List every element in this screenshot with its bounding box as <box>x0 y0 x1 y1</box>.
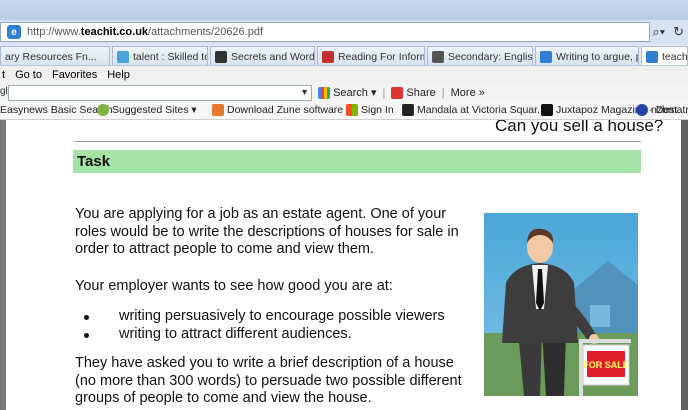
ie-page-icon: e <box>7 25 21 39</box>
viewer-left-border <box>0 120 6 410</box>
fav-suggested-sites[interactable]: Suggested Sites ▾ <box>97 104 197 116</box>
assignment-paragraph: They have asked you to write a brief des… <box>75 355 462 406</box>
suggested-sites-icon <box>97 104 109 116</box>
address-bar: e http://www.teachit.co.uk/attachments/2… <box>0 20 688 44</box>
list-item: writing persuasively to encourage possib… <box>84 308 445 326</box>
site-icon <box>215 50 227 63</box>
tab-writing-argue[interactable]: Writing to argue, pers... <box>535 46 639 65</box>
tab-talent[interactable]: talent : Skilled to go -... <box>112 46 208 65</box>
intro-paragraph: You are applying for a job as an estate … <box>75 206 459 257</box>
tab-bar: ary Resources Fn... talent : Skilled to … <box>0 44 688 66</box>
mandala-icon <box>402 104 414 116</box>
search-icon <box>318 87 330 100</box>
windows-icon <box>346 104 358 116</box>
chevron-down-icon[interactable]: ▼ <box>300 87 309 97</box>
share-icon <box>391 86 404 99</box>
search-toolbar: gle ▼ Search ▾ | Share | More » <box>0 84 688 102</box>
menu-tools[interactable]: t <box>2 69 5 81</box>
fav-nzbmatrix[interactable]: nzbmatrix <box>636 104 688 116</box>
tab-reading-information[interactable]: Reading For Informati... <box>317 46 425 65</box>
fav-easynews[interactable]: Easynews Basic Search <box>0 104 113 116</box>
divider <box>74 141 641 142</box>
share-button[interactable]: Share <box>391 86 436 99</box>
tab-label: Secrets and Words - T... <box>231 50 315 63</box>
menu-go-to[interactable]: Go to <box>15 69 42 81</box>
menu-favorites[interactable]: Favorites <box>52 69 97 81</box>
bullet-icon <box>84 315 89 320</box>
tab-resources[interactable]: ary Resources Fn... <box>0 46 110 65</box>
task-heading: Task <box>77 153 111 170</box>
estate-agent-illustration: FOR SALE <box>484 213 638 396</box>
juxtapoz-icon <box>541 104 553 116</box>
nzbmatrix-icon <box>636 104 648 116</box>
tab-label: teachit.co.u <box>662 50 688 63</box>
fav-mandala[interactable]: Mandala at Victoria Squar... <box>402 104 546 116</box>
menu-bar: t Go to Favorites Help <box>0 66 688 84</box>
site-icon <box>432 50 444 63</box>
tab-label: ary Resources Fn... <box>5 50 97 63</box>
site-icon <box>322 50 334 63</box>
ie-icon <box>646 50 658 63</box>
browser-chrome: e http://www.teachit.co.uk/attachments/2… <box>0 0 688 120</box>
search-button[interactable]: Search ▾ <box>318 86 377 100</box>
tab-teachit[interactable]: teachit.co.u <box>641 46 688 65</box>
toolbar-search-input[interactable]: ▼ <box>8 85 312 101</box>
bullet-icon <box>84 332 89 338</box>
list-item: writing to attract different audiences. <box>84 326 445 344</box>
tab-label: Secondary: English: K... <box>448 50 533 63</box>
zune-icon <box>212 104 224 116</box>
skills-list: writing persuasively to encourage possib… <box>84 308 445 343</box>
task-banner: Task <box>73 150 641 173</box>
ie-icon <box>540 50 552 63</box>
employer-paragraph: Your employer wants to see how good you … <box>75 278 393 294</box>
tab-secondary-english[interactable]: Secondary: English: K... <box>427 46 533 65</box>
refresh-icon[interactable]: ↻ <box>673 24 684 40</box>
more-button[interactable]: More » <box>451 87 485 99</box>
tab-label: Reading For Informati... <box>338 50 424 63</box>
for-sale-sign-text: FOR SALE <box>583 360 629 370</box>
url-text: http://www.teachit.co.uk/attachments/206… <box>27 26 264 38</box>
url-field[interactable]: e http://www.teachit.co.uk/attachments/2… <box>0 22 650 42</box>
page-title: Can you sell a house? <box>495 120 664 135</box>
tab-label: Writing to argue, pers... <box>556 50 638 63</box>
menu-help[interactable]: Help <box>107 69 130 81</box>
fav-download-zune[interactable]: Download Zune software ... <box>212 104 355 116</box>
tab-label: talent : Skilled to go -... <box>133 50 207 63</box>
title-bar <box>0 0 688 20</box>
pdf-document-area: Can you sell a house? Task You are apply… <box>0 120 688 410</box>
favorites-bar: Easynews Basic Search Suggested Sites ▾ … <box>0 102 688 120</box>
search-dropdown-icon[interactable]: ⌕▾ <box>652 24 665 40</box>
tab-secrets-words[interactable]: Secrets and Words - T... <box>210 46 315 65</box>
globe-icon <box>117 50 129 63</box>
viewer-right-border <box>681 120 688 410</box>
fav-sign-in[interactable]: Sign In <box>346 104 394 116</box>
